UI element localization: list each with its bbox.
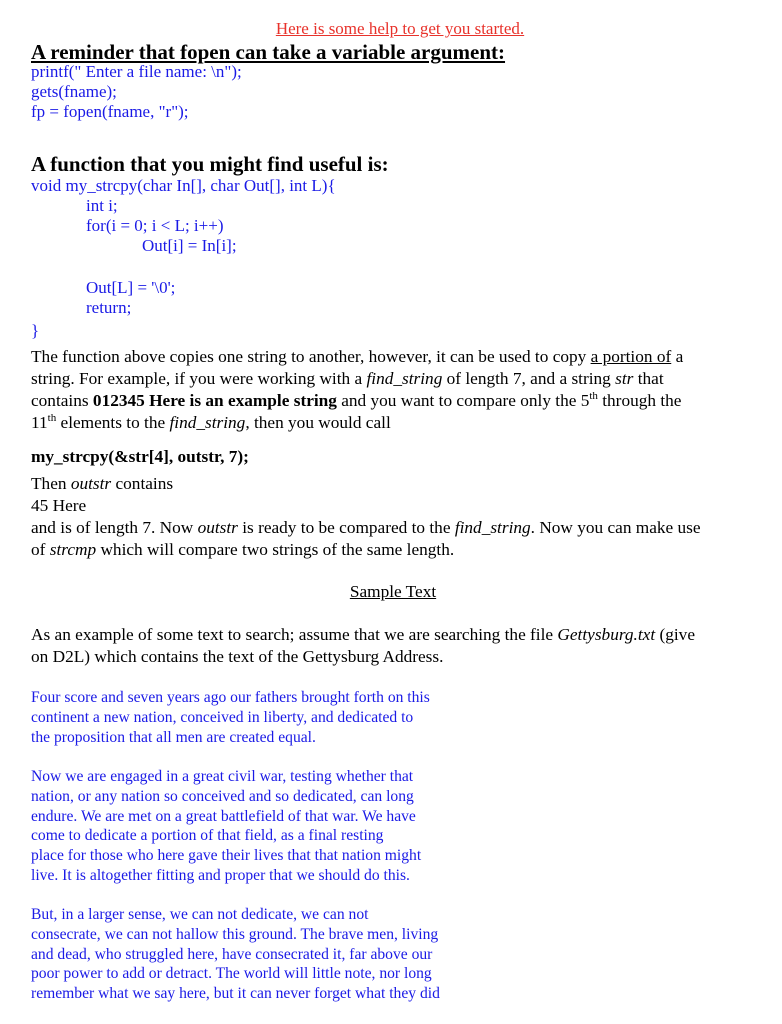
gettysburg-line: the proposition that all men are created…: [31, 729, 316, 746]
text: of: [31, 540, 50, 559]
gettysburg-line: live. It is altogether fitting and prope…: [31, 867, 410, 884]
sample-intro-line: As an example of some text to search; as…: [31, 624, 695, 646]
bold-text: 012345 Here is an example string: [92, 391, 337, 410]
italic-text: outstr: [197, 518, 238, 537]
gettysburg-line: come to dedicate a portion of that field…: [31, 827, 384, 844]
function-call-example: my_strcpy(&str[4], outstr, 7);: [31, 447, 249, 466]
text: , then you would call: [245, 413, 391, 432]
code-line: Out[L] = '\0';: [86, 278, 176, 297]
text: 11: [31, 413, 48, 432]
text: contains: [31, 391, 93, 410]
result-line: Then outstr contains: [31, 473, 173, 495]
sample-text-title: Sample Text: [0, 581, 782, 603]
explanation-line: contains 012345 Here is an example strin…: [31, 390, 681, 412]
gettysburg-line: Now we are engaged in a great civil war,…: [31, 768, 414, 785]
document-page: Here is some help to get you started. A …: [0, 0, 782, 1024]
result-line: of strcmp which will compare two strings…: [31, 539, 454, 561]
gettysburg-line: remember what we say here, but it can ne…: [31, 985, 440, 1002]
code-line: }: [31, 321, 40, 340]
text: Then: [31, 474, 71, 493]
code-line: gets(fname);: [31, 82, 117, 101]
text: string. For example, if you were working…: [31, 369, 367, 388]
intro-note: Here is some help to get you started.: [0, 18, 782, 40]
underlined-text: a portion of: [590, 347, 672, 366]
text: and is of length 7. Now: [31, 518, 198, 537]
code-line: return;: [86, 298, 132, 317]
italic-text: outstr: [70, 474, 112, 493]
text: a: [671, 347, 684, 366]
explanation-line: string. For example, if you were working…: [31, 368, 664, 390]
italic-text: find_string: [169, 413, 246, 432]
text: contains: [111, 474, 174, 493]
explanation-line: 11th elements to the find_string, then y…: [31, 412, 391, 434]
text: which will compare two strings of the sa…: [96, 540, 455, 559]
code-line: printf(" Enter a file name: \n");: [31, 62, 242, 81]
sample-title-text: Sample Text: [349, 582, 437, 601]
gettysburg-line: poor power to add or detract. The world …: [31, 965, 432, 982]
gettysburg-line: Four score and seven years ago our fathe…: [31, 689, 430, 706]
gettysburg-line: continent a new nation, conceived in lib…: [31, 709, 414, 726]
text: that: [633, 369, 664, 388]
gettysburg-line: nation, or any nation so conceived and s…: [31, 788, 414, 805]
italic-text: find_string: [366, 369, 443, 388]
gettysburg-line: consecrate, we can not hallow this groun…: [31, 926, 439, 943]
code-line: int i;: [86, 196, 118, 215]
text: . Now you can make use: [530, 518, 701, 537]
superscript: th: [589, 390, 598, 402]
code-line: Out[i] = In[i];: [142, 236, 237, 255]
italic-text: strcmp: [49, 540, 97, 559]
text: As an example of some text to search; as…: [31, 625, 558, 644]
italic-text: find_string: [454, 518, 531, 537]
filename-text: Gettysburg.txt: [557, 625, 656, 644]
text: of length 7, and a string: [442, 369, 616, 388]
code-line: fp = fopen(fname, "r");: [31, 102, 189, 121]
gettysburg-line: and dead, who struggled here, have conse…: [31, 946, 433, 963]
code-line: void my_strcpy(char In[], char Out[], in…: [31, 176, 336, 195]
text: through the: [597, 391, 682, 410]
result-line: 45 Here: [31, 496, 87, 515]
gettysburg-line: endure. We are met on a great battlefiel…: [31, 808, 416, 825]
code-line: for(i = 0; i < L; i++): [86, 216, 224, 235]
explanation-line: The function above copies one string to …: [31, 346, 683, 368]
text: and you want to compare only the 5: [336, 391, 590, 410]
text: is ready to be compared to the: [237, 518, 455, 537]
text: elements to the: [56, 413, 170, 432]
italic-text: str: [615, 369, 634, 388]
text: (give: [655, 625, 695, 644]
gettysburg-line: place for those who here gave their live…: [31, 847, 422, 864]
sample-intro-line: on D2L) which contains the text of the G…: [31, 647, 444, 666]
intro-text: Here is some help to get you started.: [275, 19, 525, 38]
gettysburg-line: But, in a larger sense, we can not dedic…: [31, 906, 369, 923]
text: The function above copies one string to …: [31, 347, 591, 366]
section-heading-function: A function that you might find useful is…: [31, 152, 389, 176]
superscript: th: [47, 412, 57, 424]
result-line: and is of length 7. Now outstr is ready …: [31, 517, 701, 539]
